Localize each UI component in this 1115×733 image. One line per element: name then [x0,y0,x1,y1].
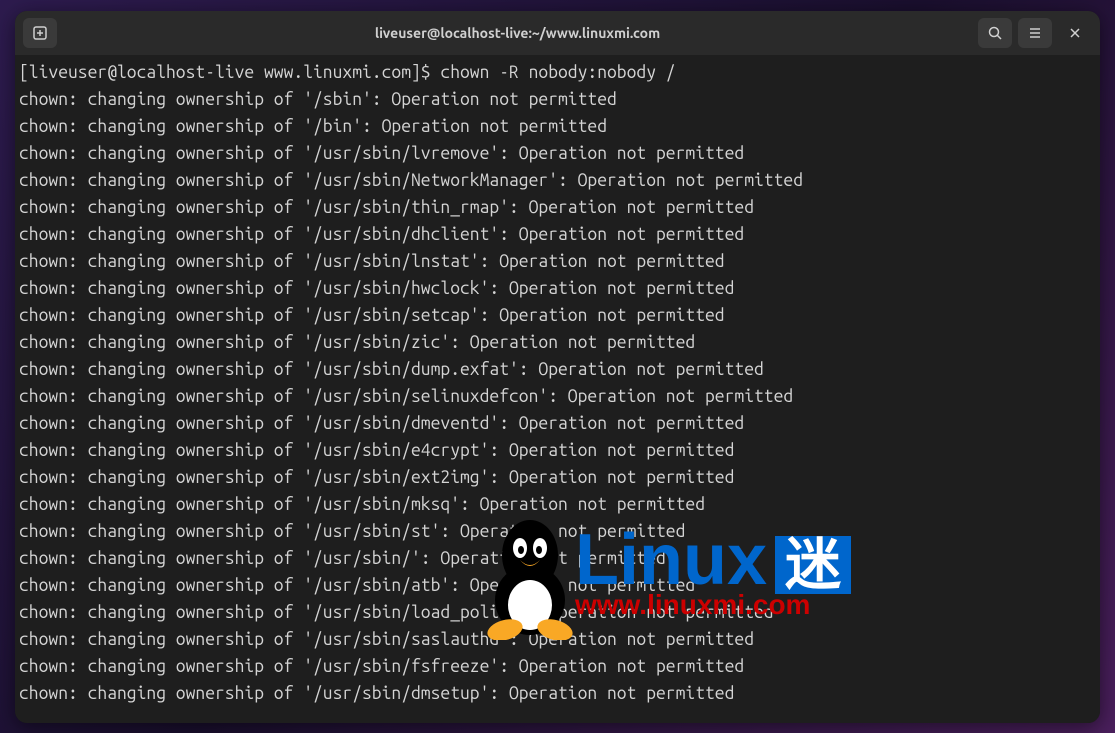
close-icon [1068,26,1082,40]
terminal-output-line: chown: changing ownership of '/usr/sbin/… [19,410,1096,437]
terminal-output-line: chown: changing ownership of '/usr/sbin/… [19,356,1096,383]
search-icon [987,25,1003,41]
terminal-output-line: chown: changing ownership of '/usr/sbin/… [19,599,1096,626]
terminal-output-line: chown: changing ownership of '/usr/sbin/… [19,329,1096,356]
terminal-output-line: chown: changing ownership of '/usr/sbin/… [19,194,1096,221]
terminal-output-line: chown: changing ownership of '/usr/sbin/… [19,167,1096,194]
terminal-output-line: chown: changing ownership of '/usr/sbin/… [19,383,1096,410]
terminal-output-line: chown: changing ownership of '/usr/sbin/… [19,140,1096,167]
terminal-output-line: chown: changing ownership of '/usr/sbin/… [19,464,1096,491]
hamburger-icon [1027,25,1043,41]
terminal-output-line: chown: changing ownership of '/usr/sbin/… [19,653,1096,680]
terminal-output-line: chown: changing ownership of '/usr/sbin/… [19,248,1096,275]
terminal-output-line: chown: changing ownership of '/usr/sbin/… [19,275,1096,302]
terminal-output-line: chown: changing ownership of '/usr/sbin/… [19,221,1096,248]
terminal-output-line: chown: changing ownership of '/usr/sbin/… [19,572,1096,599]
terminal-output-line: chown: changing ownership of '/usr/sbin/… [19,437,1096,464]
terminal-output-line: chown: changing ownership of '/usr/sbin/… [19,680,1096,707]
terminal-output-line: chown: changing ownership of '/sbin': Op… [19,86,1096,113]
new-tab-button[interactable] [23,18,57,48]
plus-box-icon [32,25,48,41]
terminal-output-line: chown: changing ownership of '/usr/sbin/… [19,518,1096,545]
terminal-window: liveuser@localhost-live:~/www.linuxmi.co… [15,11,1100,723]
terminal-output-line: chown: changing ownership of '/usr/sbin/… [19,545,1096,572]
close-button[interactable] [1058,18,1092,48]
terminal-output-line: chown: changing ownership of '/bin': Ope… [19,113,1096,140]
terminal-prompt-line: [liveuser@localhost-live www.linuxmi.com… [19,59,1096,86]
menu-button[interactable] [1018,18,1052,48]
terminal-output-line: chown: changing ownership of '/usr/sbin/… [19,491,1096,518]
terminal-output-line: chown: changing ownership of '/usr/sbin/… [19,302,1096,329]
window-title: liveuser@localhost-live:~/www.linuxmi.co… [57,25,978,41]
terminal-output-line: chown: changing ownership of '/usr/sbin/… [19,626,1096,653]
terminal-content[interactable]: [liveuser@localhost-live www.linuxmi.com… [15,55,1100,723]
search-button[interactable] [978,18,1012,48]
titlebar: liveuser@localhost-live:~/www.linuxmi.co… [15,11,1100,55]
